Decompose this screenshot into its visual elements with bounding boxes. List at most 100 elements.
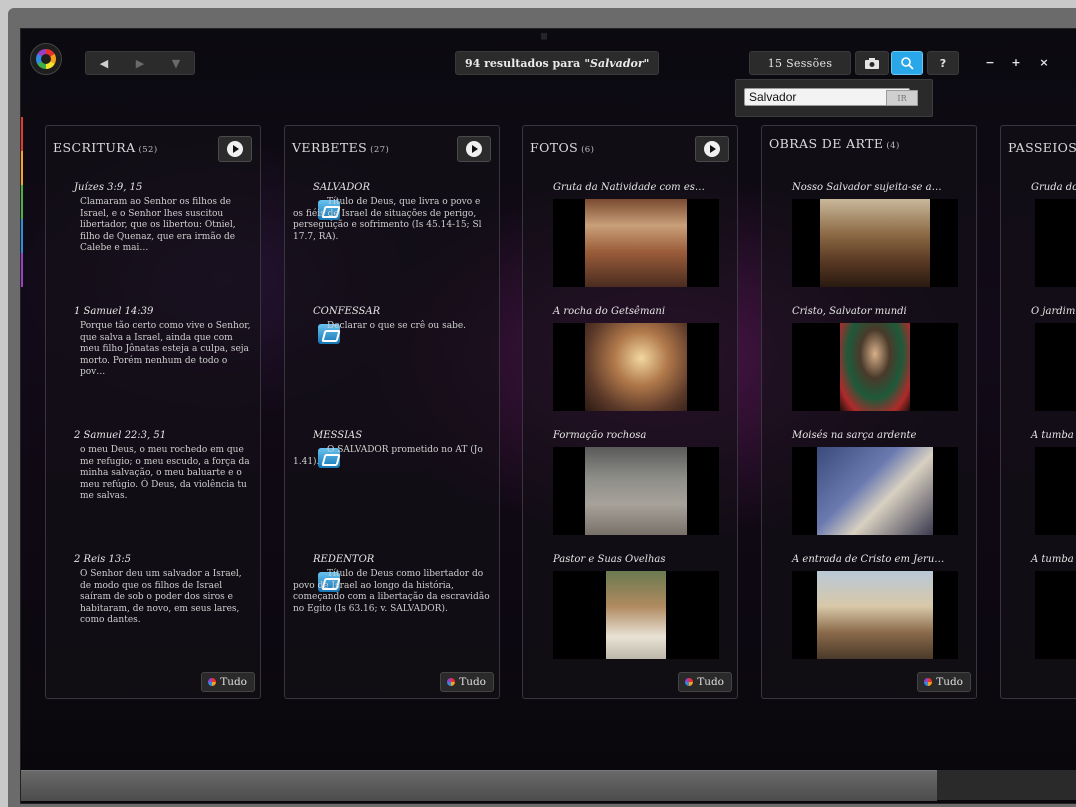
photo-thumbnail[interactable] [553, 447, 719, 535]
history-dropdown-button[interactable]: ▼ [158, 52, 194, 74]
show-all-label: Tudo [936, 676, 963, 688]
term-title: REDENTOR [313, 554, 375, 565]
photo-title: Pastor e Suas Ovelhas [553, 554, 666, 565]
tour-thumbnail[interactable] [1035, 447, 1076, 535]
play-button[interactable] [695, 136, 729, 162]
all-icon [924, 678, 933, 686]
term-definition: Título de Deus como libertador do povo d… [293, 569, 490, 614]
minimize-button[interactable]: − [981, 51, 999, 73]
column-title: PASSEIOS [1008, 140, 1076, 155]
artwork-thumbnail[interactable] [792, 199, 958, 287]
tour-thumbnail[interactable] [1035, 323, 1076, 411]
help-button[interactable]: ? [927, 51, 959, 75]
scripture-text: Porque tão certo como vive o Senhor, que… [80, 321, 251, 377]
tour-title: Gruda do [1031, 182, 1076, 193]
column-title: OBRAS DE ARTE (4) [769, 136, 900, 151]
camera-icon [865, 57, 879, 69]
scripture-ref: 2 Reis 13:5 [74, 554, 131, 565]
column-passeios: PASSEIOS Gruda do O jardim A tumba A tum… [1000, 125, 1076, 699]
column-escritura: ESCRITURA (52) Juízes 3:9, 15 Clamaram ao … [45, 125, 261, 699]
photo-title: Formação rochosa [553, 430, 647, 441]
tour-title: O jardim [1031, 306, 1076, 317]
scripture-text: O Senhor deu um salvador a Israel, de mo… [80, 569, 242, 625]
artwork-title: A entrada de Cristo em Jeru… [792, 554, 945, 565]
tour-thumbnail[interactable] [1035, 571, 1076, 659]
tour-title: A tumba [1031, 430, 1074, 441]
column-title-text: ESCRITURA [53, 140, 136, 155]
all-icon [208, 678, 217, 686]
term-title: MESSIAS [313, 430, 363, 441]
all-icon [447, 678, 456, 686]
artwork-title: Cristo, Salvator mundi [792, 306, 907, 317]
term-title: CONFESSAR [313, 306, 381, 317]
artwork-image [840, 323, 910, 411]
column-count: (52) [138, 145, 158, 155]
column-count: (6) [581, 145, 595, 155]
column-title-text: PASSEIOS [1008, 140, 1076, 155]
column-count: (4) [886, 141, 900, 151]
play-button[interactable] [457, 136, 491, 162]
search-go-button[interactable]: IR [886, 90, 918, 106]
play-button[interactable] [218, 136, 252, 162]
artwork-image [817, 447, 933, 535]
photo-image [606, 571, 666, 659]
photo-image [585, 199, 687, 287]
close-button[interactable]: × [1033, 51, 1055, 73]
column-title: ESCRITURA (52) [53, 140, 158, 155]
artwork-image [820, 199, 930, 287]
category-color-bar [21, 117, 23, 287]
maximize-button[interactable]: + [1007, 51, 1025, 73]
scripture-ref: 1 Samuel 14:39 [74, 306, 154, 317]
photo-image [585, 447, 687, 535]
artwork-image [817, 571, 933, 659]
forward-button[interactable]: ▶ [122, 52, 158, 74]
column-verbetes: VERBETES (27) SALVADOR Título de Deus, que… [284, 125, 500, 699]
column-title: VERBETES (27) [292, 140, 389, 155]
scripture-ref: Juízes 3:9, 15 [74, 182, 143, 193]
results-query: "Salvador" [584, 56, 650, 70]
scripture-text: Clamaram ao Senhor os filhos de Israel, … [80, 197, 236, 253]
show-all-button[interactable]: Tudo [440, 672, 494, 692]
search-button[interactable] [891, 51, 923, 75]
column-obras-de-arte: OBRAS DE ARTE (4) Nosso Salvador sujeita-… [761, 125, 977, 699]
photo-title: Gruta da Natividade com es… [553, 182, 705, 193]
show-all-label: Tudo [220, 676, 247, 688]
show-all-button[interactable]: Tudo [201, 672, 255, 692]
search-panel: IR [735, 79, 933, 117]
term-definition: Declarar o que se crê ou sabe. [327, 321, 467, 331]
search-icon [900, 56, 914, 70]
photo-thumbnail[interactable] [553, 323, 719, 411]
results-summary: 94 resultados para "Salvador" [455, 51, 660, 75]
artwork-thumbnail[interactable] [792, 447, 958, 535]
column-fotos: FOTOS (6) Gruta da Natividade com es… A r… [522, 125, 738, 699]
artwork-title: Nosso Salvador sujeita-se a… [792, 182, 942, 193]
navigation-group: ◀ ▶ ▼ [85, 51, 195, 75]
horizontal-scrollbar-track[interactable] [937, 770, 1076, 800]
horizontal-scrollbar-thumb[interactable] [21, 770, 937, 801]
show-all-label: Tudo [459, 676, 486, 688]
show-all-button[interactable]: Tudo [917, 672, 971, 692]
back-button[interactable]: ◀ [86, 52, 122, 74]
photo-thumbnail[interactable] [553, 199, 719, 287]
sessions-button[interactable]: 15 Sessões [749, 51, 851, 75]
photo-title: A rocha do Getsêmani [553, 306, 666, 317]
column-title-text: VERBETES [292, 140, 368, 155]
column-count: (27) [370, 145, 390, 155]
column-title: FOTOS (6) [530, 140, 594, 155]
column-title-text: OBRAS DE ARTE [769, 136, 884, 151]
artwork-thumbnail[interactable] [792, 323, 958, 411]
app-window: ||| ◀ ▶ ▼ 94 resultados para "Salvador" 1… [20, 28, 1076, 804]
photo-image [585, 323, 687, 411]
artwork-thumbnail[interactable] [792, 571, 958, 659]
tour-title: A tumba [1031, 554, 1074, 565]
show-all-button[interactable]: Tudo [678, 672, 732, 692]
play-icon [704, 141, 720, 157]
artwork-title: Moisés na sarça ardente [792, 430, 917, 441]
show-all-label: Tudo [697, 676, 724, 688]
photo-thumbnail[interactable] [553, 571, 719, 659]
play-icon [466, 141, 482, 157]
camera-button[interactable] [855, 51, 889, 75]
term-definition: Título de Deus, que livra o povo e os fi… [293, 197, 482, 242]
app-logo-icon[interactable] [30, 43, 62, 75]
tour-thumbnail[interactable] [1035, 199, 1076, 287]
